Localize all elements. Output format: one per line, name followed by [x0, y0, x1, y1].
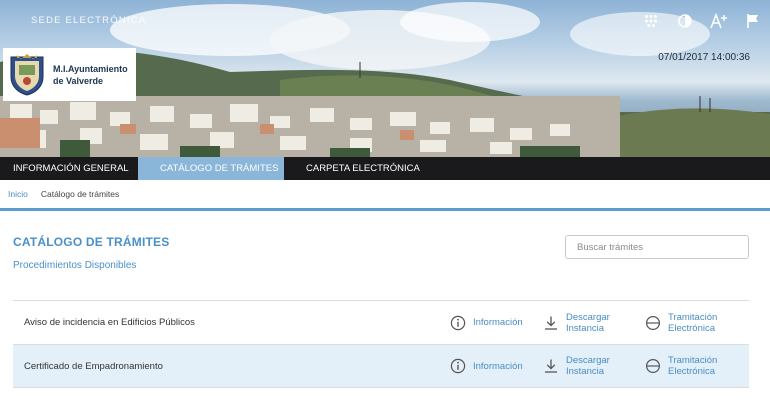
- nav-carpeta-electronica[interactable]: CARPETA ELECTRÓNICA: [284, 157, 433, 180]
- apps-grid-icon[interactable]: [642, 12, 660, 30]
- process-label-line1: Tramitación: [668, 311, 718, 323]
- procedure-name: Aviso de incidencia en Edificios Público…: [24, 317, 195, 328]
- download-form-button[interactable]: Descargar Instancia: [543, 312, 610, 334]
- info-icon: [450, 358, 466, 374]
- flag-icon[interactable]: [744, 12, 762, 30]
- information-button[interactable]: Información: [450, 358, 523, 374]
- procedures-table: Aviso de incidencia en Edificios Público…: [13, 300, 749, 388]
- procedures-subtitle[interactable]: Procedimientos Disponibles: [13, 260, 136, 271]
- information-label: Información: [473, 360, 523, 372]
- download-label-line1: Descargar: [566, 355, 610, 366]
- electronic-processing-label: Tramitación Electrónica: [668, 312, 717, 334]
- breadcrumb-current: Catálogo de trámites: [40, 189, 120, 199]
- coat-of-arms-icon: [10, 53, 44, 96]
- download-form-button[interactable]: Descargar Instancia: [543, 355, 610, 377]
- nav-informacion-general[interactable]: INFORMACIÓN GENERAL: [0, 157, 138, 180]
- download-icon: [545, 359, 557, 373]
- breadcrumb-home-link[interactable]: Inicio: [8, 189, 28, 199]
- municipality-name: M.I.Ayuntamiento de Valverde: [53, 63, 128, 87]
- info-icon: [450, 315, 466, 330]
- contrast-icon[interactable]: [676, 12, 694, 30]
- process-label-line2: Electrónica: [668, 366, 715, 377]
- process-label-line2: Electrónica: [668, 322, 715, 334]
- electronic-processing-button[interactable]: Tramitación Electrónica: [645, 312, 717, 334]
- download-label-line1: Descargar: [566, 311, 610, 323]
- information-button[interactable]: Información: [450, 315, 523, 331]
- electronic-processing-label: Tramitación Electrónica: [668, 355, 717, 377]
- breadcrumb: Inicio Catálogo de trámites: [0, 180, 770, 211]
- municipality-name-line2: de Valverde: [53, 75, 104, 86]
- procedure-name: Certificado de Empadronamiento: [24, 360, 163, 372]
- electronic-processing-icon: [645, 358, 661, 374]
- procedure-row: Aviso de incidencia en Edificios Público…: [13, 300, 749, 344]
- main-navigation: INFORMACIÓN GENERAL CATÁLOGO DE TRÁMITES…: [0, 157, 770, 180]
- download-form-label: Descargar Instancia: [566, 312, 610, 334]
- municipality-logo[interactable]: M.I.Ayuntamiento de Valverde: [3, 48, 136, 101]
- page-title: CATÁLOGO DE TRÁMITES: [13, 235, 170, 249]
- download-label-line2: Instancia: [566, 366, 605, 377]
- electronic-processing-button[interactable]: Tramitación Electrónica: [645, 355, 717, 377]
- information-label: Información: [473, 317, 523, 328]
- download-form-label: Descargar Instancia: [566, 355, 610, 377]
- header-banner: SEDE ELECTRÓNICA M.I.Ayuntamiento de Val…: [0, 0, 770, 157]
- download-label-line2: Instancia: [566, 322, 605, 334]
- accessibility-toolbar: [642, 12, 762, 30]
- procedure-row: Certificado de Empadronamiento Informaci…: [13, 344, 749, 388]
- download-icon: [545, 316, 557, 330]
- electronic-processing-icon: [645, 315, 661, 330]
- search-procedures-input[interactable]: [565, 235, 749, 259]
- current-datetime: 07/01/2017 14:00:36: [658, 52, 750, 63]
- process-label-line1: Tramitación: [668, 355, 718, 366]
- sede-electronica-label: SEDE ELECTRÓNICA: [31, 15, 147, 26]
- nav-catalogo-de-tramites[interactable]: CATÁLOGO DE TRÁMITES: [138, 157, 284, 180]
- font-size-icon[interactable]: [710, 12, 728, 30]
- municipality-name-line1: M.I.Ayuntamiento: [53, 63, 128, 74]
